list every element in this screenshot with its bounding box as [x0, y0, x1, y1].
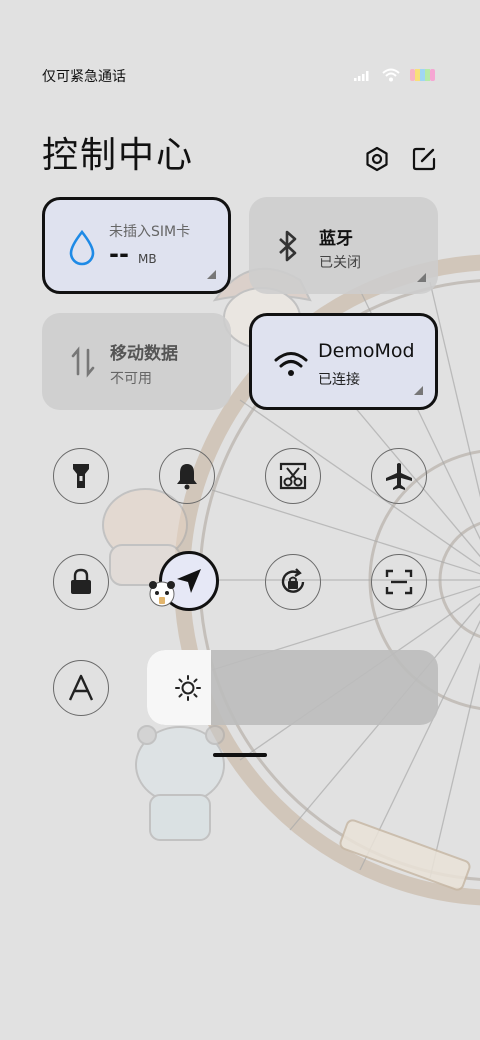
data-arrows-icon	[71, 346, 95, 378]
lock-icon	[71, 568, 91, 594]
brightness-slider[interactable]	[147, 650, 438, 725]
sim-status-label: 未插入SIM卡	[109, 224, 191, 240]
wifi-network-name: DemoMod	[318, 340, 415, 362]
bluetooth-label: 蓝牙	[319, 229, 353, 249]
rotation-lock-icon	[281, 568, 305, 593]
bluetooth-tile[interactable]: 蓝牙 已关闭	[249, 197, 438, 294]
battery-icon	[410, 69, 435, 81]
font-a-icon	[68, 674, 94, 701]
mobile-data-label: 移动数据	[110, 344, 178, 364]
page-title: 控制中心	[42, 135, 195, 176]
data-usage-tile[interactable]: 未插入SIM卡 -- MB	[42, 197, 231, 294]
screenshot-toggle[interactable]	[265, 448, 321, 504]
wifi-icon	[274, 352, 308, 376]
expand-corner-icon	[414, 386, 423, 395]
flashlight-toggle[interactable]	[53, 448, 109, 504]
mobile-data-tile[interactable]: 移动数据 不可用	[42, 313, 231, 410]
edit-icon[interactable]	[411, 146, 437, 172]
scissors-icon	[279, 462, 307, 490]
status-icons	[354, 68, 436, 82]
auto-rotate-toggle[interactable]	[265, 554, 321, 610]
airplane-mode-toggle[interactable]	[371, 448, 427, 504]
bluetooth-icon	[279, 230, 297, 262]
wifi-tile[interactable]: DemoMod 已连接	[249, 313, 438, 410]
bluetooth-status: 已关闭	[319, 255, 361, 271]
wifi-icon	[382, 68, 400, 82]
water-drop-icon	[69, 230, 95, 266]
settings-icon[interactable]	[364, 146, 390, 172]
scanner-toggle[interactable]	[371, 554, 427, 610]
lock-screen-toggle[interactable]	[53, 554, 109, 610]
airplane-icon	[386, 463, 412, 490]
status-carrier-text: 仅可紧急通话	[42, 69, 126, 85]
signal-icon	[354, 71, 369, 81]
panda-sticker-icon	[149, 581, 175, 607]
bell-icon	[177, 464, 197, 490]
data-usage-value: --	[109, 240, 129, 268]
sun-icon	[175, 675, 201, 701]
silent-toggle[interactable]	[159, 448, 215, 504]
location-arrow-icon	[177, 569, 201, 593]
mobile-data-status: 不可用	[110, 371, 152, 387]
font-toggle[interactable]	[53, 660, 109, 716]
wifi-status: 已连接	[318, 372, 360, 388]
scan-icon	[385, 569, 413, 595]
expand-corner-icon	[207, 270, 216, 279]
home-indicator[interactable]	[213, 753, 267, 757]
expand-corner-icon	[417, 273, 426, 282]
data-usage-unit: MB	[138, 252, 157, 266]
flashlight-icon	[73, 464, 89, 488]
